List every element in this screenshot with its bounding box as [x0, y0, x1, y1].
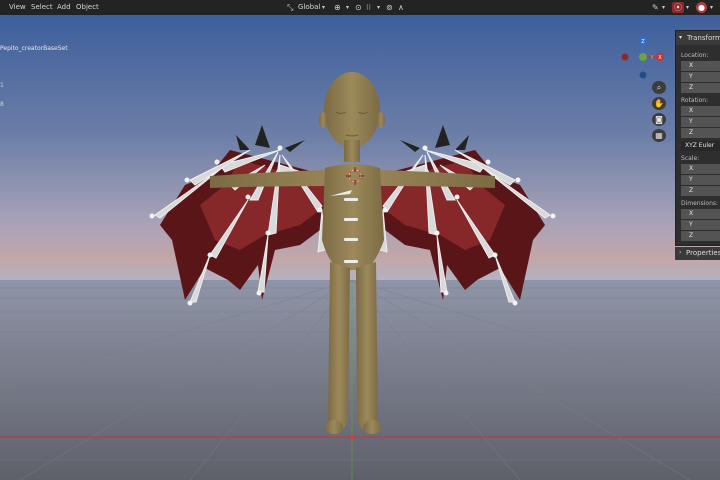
- proportional-edit-icon[interactable]: ⊚: [386, 2, 393, 13]
- viewport-header: View Select Add Object ⤡ Global ▾ ⊕ ▾ ⊙ …: [0, 0, 720, 15]
- falloff-icon[interactable]: ∧: [398, 2, 404, 13]
- scale-x-field[interactable]: X: [681, 164, 720, 174]
- rotation-label: Rotation:: [681, 97, 709, 104]
- camera-icon[interactable]: ◙: [652, 113, 666, 126]
- chevron-down-icon[interactable]: ▾: [662, 2, 665, 13]
- side-number: 8: [0, 101, 4, 108]
- grid-ortho-icon[interactable]: ▦: [652, 129, 666, 142]
- snap-grid-icon[interactable]: ⁝⁝: [366, 2, 371, 13]
- properties-label: Properties: [686, 249, 720, 257]
- transform-orientation-dropdown[interactable]: Global: [298, 3, 320, 11]
- properties-panel-header[interactable]: › Properties: [675, 247, 720, 260]
- shading-icon[interactable]: ●: [696, 2, 707, 13]
- location-y-field[interactable]: Y: [681, 72, 720, 82]
- chevron-down-icon[interactable]: ▾: [322, 2, 325, 13]
- chevron-down-icon: ▾: [679, 34, 683, 41]
- scale-z-field[interactable]: Z: [681, 186, 720, 196]
- transform-panel: ▾ Transform Location: X Y Z Rotation: X …: [675, 30, 720, 246]
- dimensions-z-field[interactable]: Z: [681, 231, 720, 241]
- gizmo-z-label: Z: [641, 39, 645, 45]
- visibility-icon[interactable]: ✎: [652, 2, 659, 13]
- rotation-x-field[interactable]: X: [681, 106, 720, 116]
- overlays-icon[interactable]: ⦿: [672, 2, 684, 13]
- dimensions-x-field[interactable]: X: [681, 209, 720, 219]
- gizmo-x-label: X: [658, 55, 662, 61]
- chevron-down-icon[interactable]: ▾: [686, 2, 689, 13]
- gizmo-neg-z-axis[interactable]: [639, 71, 647, 79]
- scale-y-field[interactable]: Y: [681, 175, 720, 185]
- menu-object[interactable]: Object: [76, 3, 99, 11]
- gizmo-y-label: Y: [649, 55, 654, 61]
- gizmo-y-axis[interactable]: [639, 53, 647, 61]
- pan-hand-icon[interactable]: ✋: [652, 97, 666, 110]
- 3d-viewport[interactable]: [0, 15, 720, 480]
- location-label: Location:: [681, 52, 709, 59]
- side-number: 1: [0, 82, 4, 89]
- scale-label: Scale:: [681, 155, 700, 162]
- transform-orientation-icon[interactable]: ⤡: [287, 2, 293, 13]
- chevron-down-icon[interactable]: ▾: [377, 2, 380, 13]
- chevron-down-icon[interactable]: ▾: [710, 2, 713, 13]
- location-x-field[interactable]: X: [681, 61, 720, 71]
- chevron-right-icon: ›: [679, 249, 682, 256]
- location-z-field[interactable]: Z: [681, 83, 720, 93]
- chevron-down-icon[interactable]: ▾: [346, 2, 349, 13]
- pivot-point-icon[interactable]: ⊕: [334, 2, 341, 13]
- gizmo-neg-x-axis[interactable]: [621, 53, 629, 61]
- rotation-mode-dropdown[interactable]: XYZ Euler: [681, 141, 720, 151]
- menu-view[interactable]: View: [9, 3, 26, 11]
- transform-panel-header[interactable]: ▾ Transform: [676, 31, 720, 45]
- dimensions-y-field[interactable]: Y: [681, 220, 720, 230]
- snap-icon[interactable]: ⊙: [355, 2, 362, 13]
- navigation-gizmo[interactable]: Z Y X: [616, 33, 672, 81]
- rotation-y-field[interactable]: Y: [681, 117, 720, 127]
- dimensions-label: Dimensions:: [681, 200, 719, 207]
- rotation-z-field[interactable]: Z: [681, 128, 720, 138]
- zoom-icon[interactable]: ⌕: [652, 81, 666, 94]
- world-origin: [350, 435, 354, 439]
- menu-select[interactable]: Select: [31, 3, 53, 11]
- active-object-label: Pepito_creatorBaseSet: [0, 45, 68, 52]
- menu-add[interactable]: Add: [57, 3, 71, 11]
